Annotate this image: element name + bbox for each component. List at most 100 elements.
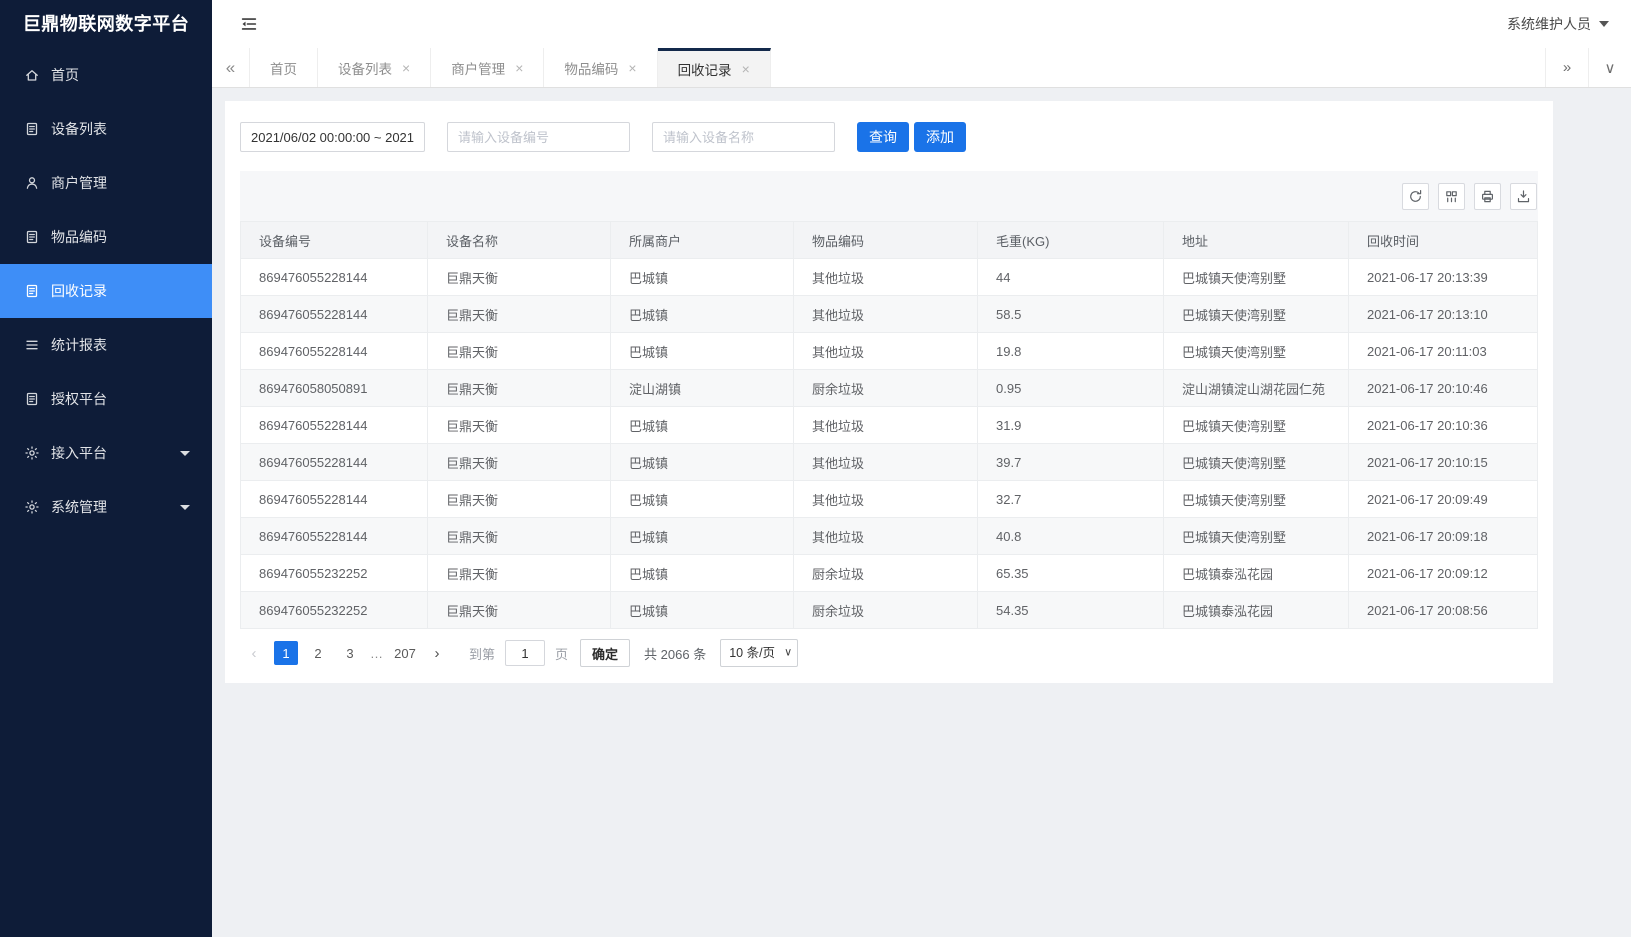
table-cell: 2021-06-17 20:10:46 — [1349, 370, 1538, 407]
table-cell: 巴城镇天使湾别墅 — [1164, 481, 1349, 518]
table-cell: 巨鼎天衡 — [428, 296, 611, 333]
close-icon[interactable]: × — [402, 61, 410, 75]
print-icon — [1480, 189, 1495, 204]
page-number[interactable]: 1 — [274, 641, 298, 665]
device-id-input[interactable] — [447, 122, 630, 152]
sidebar-item-recycle-records[interactable]: 回收记录 — [0, 264, 212, 318]
export-button[interactable] — [1510, 183, 1537, 210]
table-cell: 巴城镇泰泓花园 — [1164, 555, 1349, 592]
refresh-button[interactable] — [1402, 183, 1429, 210]
table-cell: 巨鼎天衡 — [428, 444, 611, 481]
sidebar-item-access-platform[interactable]: 接入平台 — [0, 426, 212, 480]
confirm-page-button[interactable]: 确定 — [580, 639, 630, 667]
tab-item-code[interactable]: 物品编码 × — [544, 48, 657, 87]
page-unit-label: 页 — [555, 644, 568, 663]
table-cell: 淀山湖镇淀山湖花园仁苑 — [1164, 370, 1349, 407]
table-row: 869476055232252巨鼎天衡巴城镇厨余垃圾54.35巴城镇泰泓花园20… — [241, 592, 1538, 629]
add-button[interactable]: 添加 — [914, 122, 966, 152]
device-name-input[interactable] — [652, 122, 835, 152]
tab-bar: « 首页 设备列表 × 商户管理 × 物品编码 × 回收记录 × » — [212, 48, 1631, 88]
table-cell: 869476055228144 — [241, 444, 428, 481]
table-cell: 巴城镇天使湾别墅 — [1164, 259, 1349, 296]
table-cell: 巴城镇 — [611, 555, 794, 592]
tab-actions-chevron-icon[interactable]: ∨ — [1588, 48, 1631, 87]
table-row: 869476058050891巨鼎天衡淀山湖镇厨余垃圾0.95淀山湖镇淀山湖花园… — [241, 370, 1538, 407]
table-cell: 厨余垃圾 — [794, 555, 978, 592]
sidebar-item-system-admin[interactable]: 系统管理 — [0, 480, 212, 534]
table-cell: 869476055228144 — [241, 518, 428, 555]
table-cell: 65.35 — [978, 555, 1164, 592]
table-cell: 2021-06-17 20:13:10 — [1349, 296, 1538, 333]
page-next-icon[interactable]: › — [425, 641, 449, 665]
sidebar: 巨鼎物联网数字平台 首页 设备列表 商户管理 — [0, 0, 212, 937]
page-size-select[interactable]: 10 条/页 — [720, 639, 798, 667]
item-code-icon — [24, 229, 40, 245]
table-row: 869476055228144巨鼎天衡巴城镇其他垃圾40.8巴城镇天使湾别墅20… — [241, 518, 1538, 555]
table-cell: 厨余垃圾 — [794, 370, 978, 407]
tab-label: 回收记录 — [678, 59, 732, 79]
table-cell: 巴城镇 — [611, 444, 794, 481]
table-cell: 31.9 — [978, 407, 1164, 444]
sidebar-item-reports[interactable]: 统计报表 — [0, 318, 212, 372]
table-cell: 2021-06-17 20:10:36 — [1349, 407, 1538, 444]
table-cell: 其他垃圾 — [794, 407, 978, 444]
content-area: 查询 添加 — [212, 88, 1631, 937]
table-cell: 其他垃圾 — [794, 481, 978, 518]
sidebar-item-label: 商户管理 — [51, 173, 107, 193]
user-menu[interactable]: 系统维护人员 — [1507, 14, 1609, 34]
close-icon[interactable]: × — [742, 62, 750, 76]
sidebar-item-merchant[interactable]: 商户管理 — [0, 156, 212, 210]
sidebar-item-auth-platform[interactable]: 授权平台 — [0, 372, 212, 426]
page-number[interactable]: 3 — [338, 641, 362, 665]
table-cell: 40.8 — [978, 518, 1164, 555]
tab-recycle-records[interactable]: 回收记录 × — [658, 48, 771, 87]
columns-icon — [1444, 189, 1459, 204]
columns-button[interactable] — [1438, 183, 1465, 210]
page-number[interactable]: 207 — [393, 641, 417, 665]
tab-label: 物品编码 — [564, 58, 618, 78]
close-icon[interactable]: × — [515, 61, 523, 75]
tab-label: 商户管理 — [451, 58, 505, 78]
page-prev-icon[interactable]: ‹ — [242, 641, 266, 665]
menu-fold-icon[interactable] — [240, 15, 258, 33]
table-cell: 其他垃圾 — [794, 518, 978, 555]
table-cell: 巴城镇 — [611, 481, 794, 518]
tab-scroll-right-icon[interactable]: » — [1545, 48, 1588, 87]
sidebar-item-item-code[interactable]: 物品编码 — [0, 210, 212, 264]
tab-scroll-left-icon[interactable]: « — [212, 48, 250, 87]
date-range-input[interactable] — [240, 122, 425, 152]
page-jump-input[interactable] — [505, 640, 545, 666]
gear-icon — [24, 445, 40, 461]
tab-home[interactable]: 首页 — [250, 48, 318, 87]
table-cell: 巴城镇泰泓花园 — [1164, 592, 1349, 629]
pagination: ‹ 1 2 3 … 207 › 到第 页 确定 共 2066 条 — [240, 629, 1538, 677]
page-number[interactable]: 2 — [306, 641, 330, 665]
table-cell: 其他垃圾 — [794, 333, 978, 370]
table-cell: 44 — [978, 259, 1164, 296]
records-card: 查询 添加 — [225, 101, 1553, 683]
gear-icon — [24, 499, 40, 515]
table-cell: 869476055232252 — [241, 592, 428, 629]
search-button[interactable]: 查询 — [857, 122, 909, 152]
table-cell: 巴城镇 — [611, 259, 794, 296]
close-icon[interactable]: × — [628, 61, 636, 75]
table-row: 869476055228144巨鼎天衡巴城镇其他垃圾19.8巴城镇天使湾别墅20… — [241, 333, 1538, 370]
print-button[interactable] — [1474, 183, 1501, 210]
sidebar-item-home[interactable]: 首页 — [0, 48, 212, 102]
table-row: 869476055228144巨鼎天衡巴城镇其他垃圾44巴城镇天使湾别墅2021… — [241, 259, 1538, 296]
table-cell: 869476055232252 — [241, 555, 428, 592]
table-cell: 32.7 — [978, 481, 1164, 518]
page-size-select-wrap: 10 条/页 ∨ — [720, 639, 798, 667]
table-cell: 869476055228144 — [241, 407, 428, 444]
sidebar-item-device-list[interactable]: 设备列表 — [0, 102, 212, 156]
table-cell: 869476058050891 — [241, 370, 428, 407]
app-title: 巨鼎物联网数字平台 — [0, 0, 212, 48]
table-cell: 巴城镇 — [611, 407, 794, 444]
tab-device-list[interactable]: 设备列表 × — [318, 48, 431, 87]
tab-merchant[interactable]: 商户管理 × — [431, 48, 544, 87]
table-cell: 869476055228144 — [241, 296, 428, 333]
refresh-icon — [1408, 189, 1423, 204]
table-cell: 巴城镇 — [611, 333, 794, 370]
table-cell: 巨鼎天衡 — [428, 370, 611, 407]
tab-label: 设备列表 — [338, 58, 392, 78]
